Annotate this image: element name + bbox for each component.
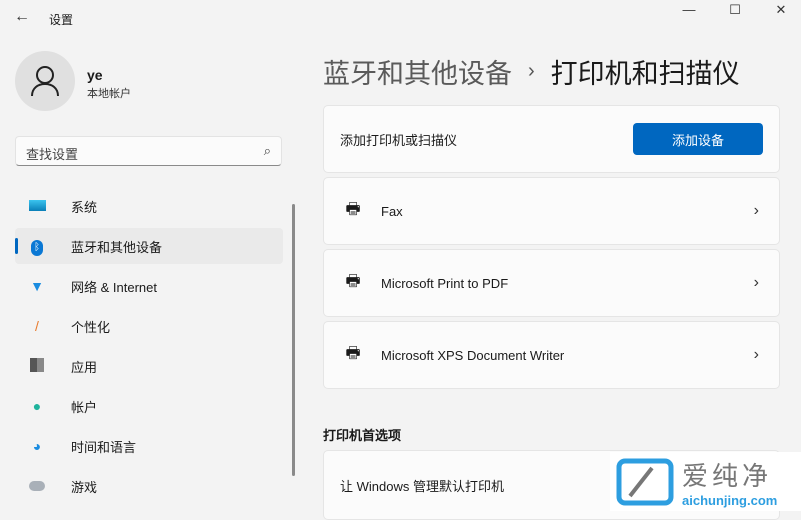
chevron-right-icon: › <box>753 202 759 219</box>
avatar[interactable] <box>15 51 75 111</box>
sidebar-scrollbar[interactable] <box>292 204 295 476</box>
watermark-url: aichunjing.com <box>682 492 778 508</box>
sidebar-item-label: 游戏 <box>71 479 98 495</box>
sidebar-item-system[interactable]: 系统 <box>15 188 283 224</box>
sidebar-item-apps[interactable]: 应用 <box>15 348 283 384</box>
bluetooth-icon: ᛒ <box>27 237 47 256</box>
sidebar-item-label: 帐户 <box>71 399 98 415</box>
printer-item-xps[interactable]: 🖶 Microsoft XPS Document Writer › <box>323 321 780 389</box>
close-button[interactable]: ✕ <box>758 2 801 22</box>
watermark-icon <box>616 458 674 505</box>
page-title: 打印机和扫描仪 <box>550 59 740 89</box>
title-bar: ← 设置 — ☐ ✕ <box>0 0 801 36</box>
sidebar-item-label: 蓝牙和其他设备 <box>71 239 163 255</box>
printer-icon: 🖶 <box>345 272 361 290</box>
person-icon: ● <box>32 398 42 414</box>
printer-name: Fax <box>381 203 403 219</box>
add-printer-label: 添加打印机或扫描仪 <box>340 132 458 148</box>
sidebar-item-accounts[interactable]: ● 帐户 <box>15 388 283 424</box>
account-type: 本地帐户 <box>87 88 131 100</box>
add-device-button[interactable]: 添加设备 <box>633 123 763 155</box>
printer-item-fax[interactable]: 🖶 Fax › <box>323 177 780 245</box>
search-placeholder: 查找设置 <box>26 147 79 162</box>
default-printer-label: 让 Windows 管理默认打印机 <box>340 478 504 494</box>
search-input[interactable]: 查找设置 ⌕ <box>15 136 282 166</box>
wifi-icon: ▼ <box>30 278 44 294</box>
sidebar-item-label: 网络 & Internet <box>71 279 157 295</box>
clock-globe-icon: ◕ <box>32 438 42 454</box>
sidebar-item-bluetooth[interactable]: ᛒ 蓝牙和其他设备 <box>15 228 283 264</box>
breadcrumb-parent[interactable]: 蓝牙和其他设备 <box>323 52 512 91</box>
minimize-button[interactable]: — <box>666 2 712 22</box>
sidebar-item-personalization[interactable]: / 个性化 <box>15 308 283 344</box>
sidebar-item-label: 个性化 <box>71 319 111 335</box>
sidebar-item-label: 系统 <box>71 199 98 215</box>
breadcrumb: 蓝牙和其他设备 › 打印机和扫描仪 <box>323 52 740 91</box>
sidebar-item-network[interactable]: ▼ 网络 & Internet <box>15 268 283 304</box>
sidebar-item-label: 时间和语言 <box>71 439 137 455</box>
watermark-logo: 爱纯净 aichunjing.com <box>610 452 801 511</box>
app-title: 设置 <box>49 13 74 27</box>
printer-icon: 🖶 <box>345 344 361 362</box>
person-icon <box>31 66 59 97</box>
chevron-right-icon: › <box>753 346 759 363</box>
brush-icon: / <box>35 318 39 334</box>
chevron-right-icon: › <box>528 60 535 82</box>
sidebar-item-time-language[interactable]: ◕ 时间和语言 <box>15 428 283 464</box>
apps-icon <box>27 357 47 375</box>
chevron-right-icon: › <box>753 274 759 291</box>
section-title: 打印机首选项 <box>323 428 402 443</box>
sidebar-nav: 系统 ᛒ 蓝牙和其他设备 ▼ 网络 & Internet / 个性化 应用 ● 帐户 ◕… <box>15 188 283 508</box>
printer-name: Microsoft XPS Document Writer <box>381 347 565 363</box>
user-name: ye <box>87 67 103 83</box>
maximize-button[interactable]: ☐ <box>712 2 758 22</box>
watermark-text: 爱纯净 <box>682 460 773 491</box>
search-icon: ⌕ <box>263 143 271 158</box>
sidebar-item-label: 应用 <box>71 359 98 375</box>
printer-item-pdf[interactable]: 🖶 Microsoft Print to PDF › <box>323 249 780 317</box>
printer-name: Microsoft Print to PDF <box>381 275 509 291</box>
back-button[interactable]: ← <box>14 8 30 26</box>
gamepad-icon <box>27 478 47 494</box>
sidebar-item-gaming[interactable]: 游戏 <box>15 468 283 504</box>
monitor-icon <box>27 198 47 214</box>
add-printer-card: 添加打印机或扫描仪 添加设备 <box>323 105 780 173</box>
printer-icon: 🖶 <box>345 200 361 218</box>
